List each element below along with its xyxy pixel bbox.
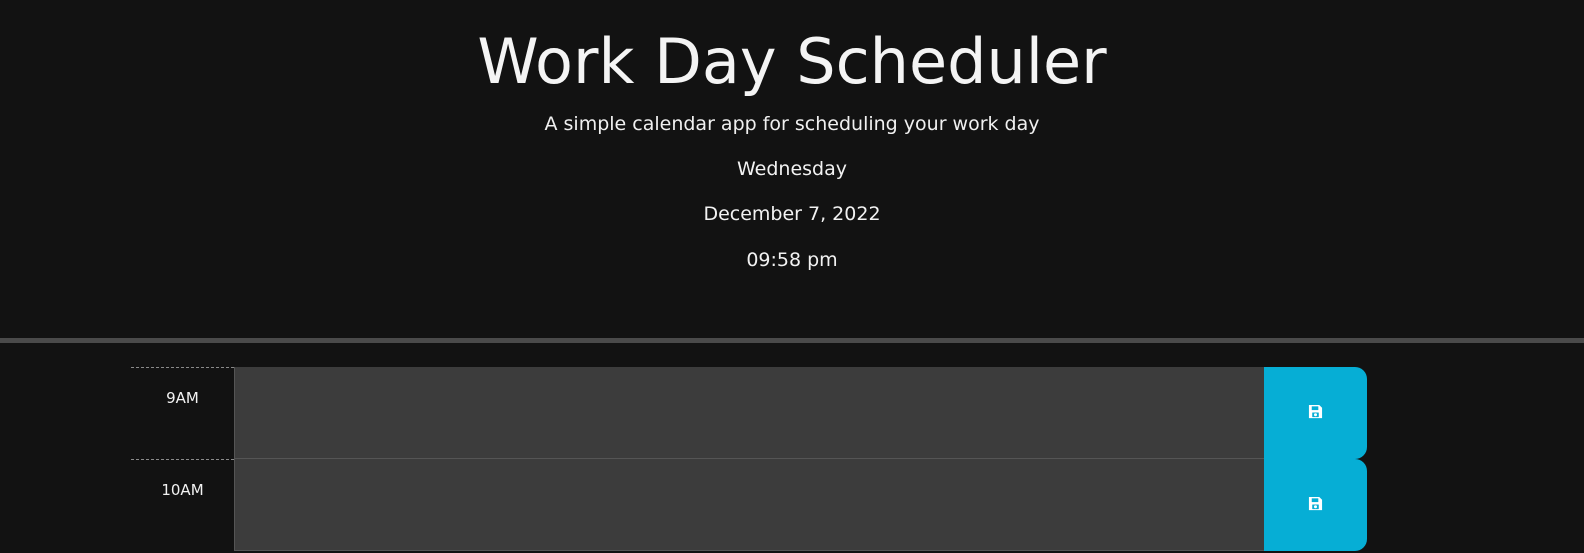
- current-day: Wednesday: [736, 158, 847, 180]
- save-button[interactable]: [1264, 367, 1367, 459]
- floppy-disk-icon: [1308, 404, 1323, 422]
- current-date: December 7, 2022: [703, 203, 881, 225]
- page-title: Work Day Scheduler: [477, 25, 1107, 98]
- floppy-disk-icon: [1308, 496, 1323, 514]
- time-block-row: 10AM: [131, 459, 1381, 551]
- header-divider: [0, 338, 1584, 343]
- hour-label: 10AM: [131, 459, 234, 551]
- time-block-list: 9AM 10AM: [131, 367, 1381, 551]
- time-block-row: 9AM: [131, 367, 1381, 459]
- save-button[interactable]: [1264, 459, 1367, 551]
- event-description-input[interactable]: [234, 459, 1264, 551]
- hour-label: 9AM: [131, 367, 234, 459]
- header: Work Day Scheduler A simple calendar app…: [0, 0, 1584, 338]
- event-description-input[interactable]: [234, 367, 1264, 459]
- page-subtitle: A simple calendar app for scheduling you…: [544, 113, 1040, 135]
- current-time: 09:58 pm: [746, 249, 838, 271]
